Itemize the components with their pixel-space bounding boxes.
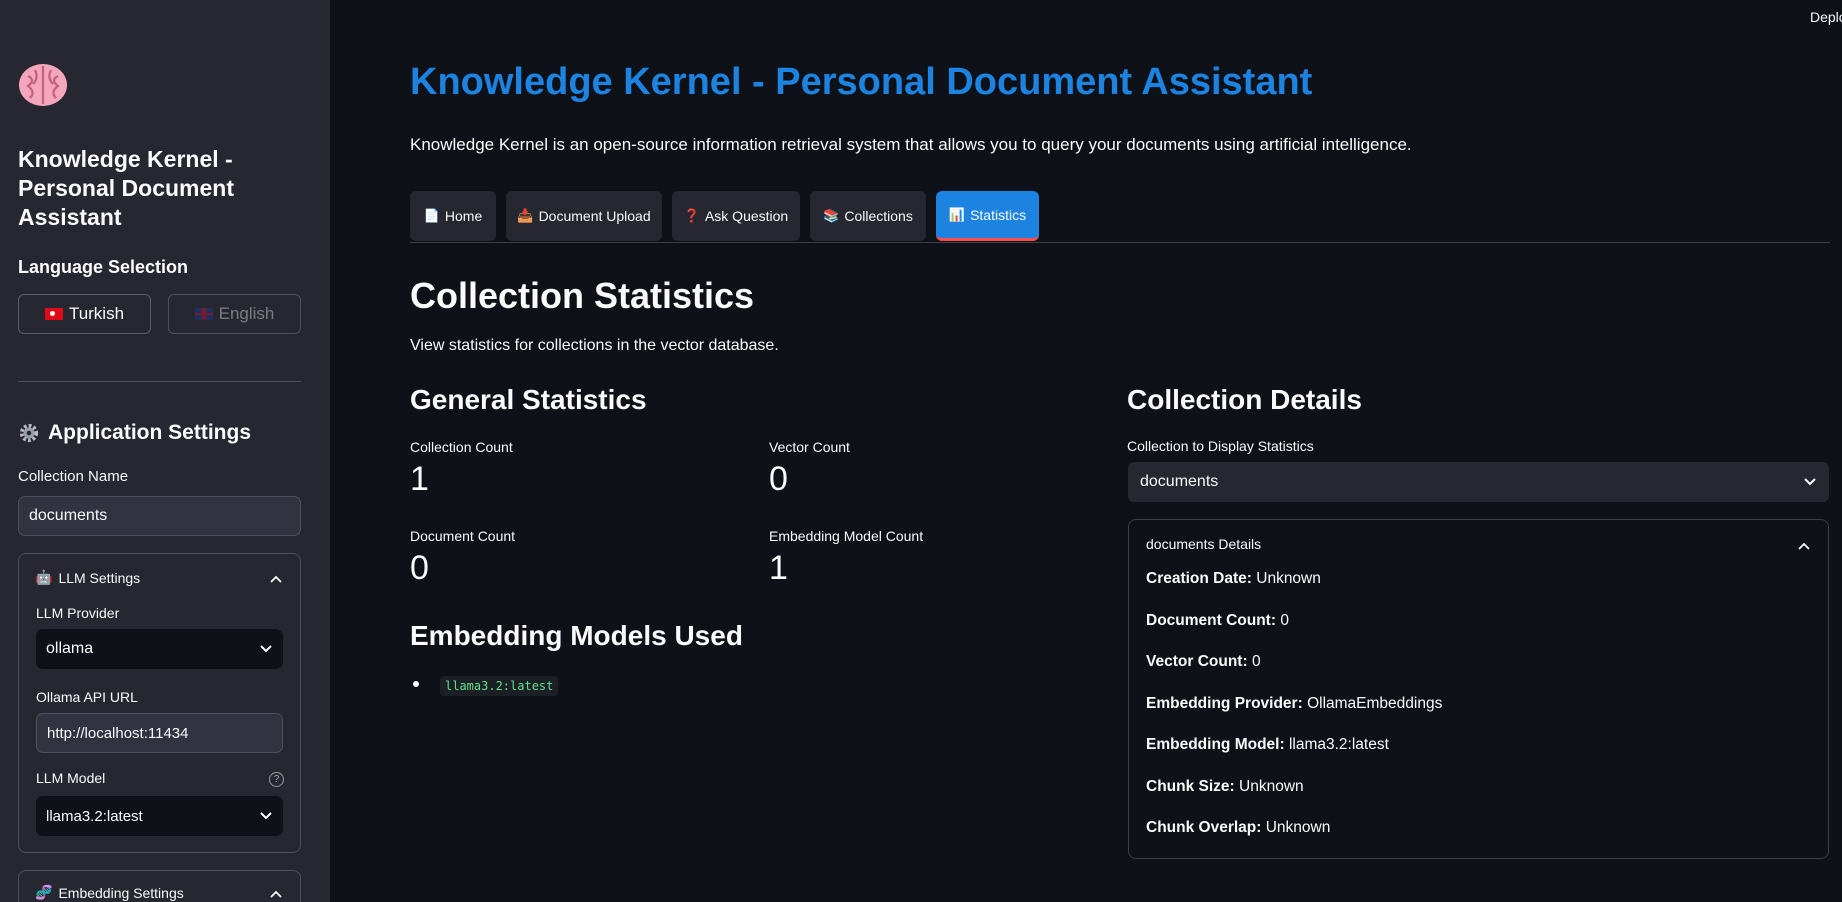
collection-name-input[interactable]: documents (18, 496, 301, 536)
detail-key: Embedding Provider: (1146, 695, 1303, 712)
help-icon[interactable]: ? (269, 772, 284, 787)
detail-key: Chunk Size: (1146, 778, 1235, 795)
collection-name-label: Collection Name (18, 468, 129, 485)
llm-settings-header[interactable]: 🤖 LLM Settings (35, 569, 140, 586)
embedding-settings-expander: 🧬 Embedding Settings (18, 870, 301, 902)
tab-home[interactable]: 📄 Home (410, 191, 496, 241)
llm-settings-title: LLM Settings (58, 569, 141, 586)
dna-icon: 🧬 (35, 884, 53, 900)
detail-key: Embedding Model: (1146, 736, 1285, 753)
embedding-settings-header[interactable]: 🧬 Embedding Settings (35, 884, 184, 901)
llm-model-select[interactable]: llama3.2:latest (36, 796, 283, 836)
chevron-down-icon (260, 645, 272, 653)
collection-select[interactable]: documents (1128, 462, 1829, 502)
detail-value: OllamaEmbeddings (1307, 695, 1443, 712)
deploy-button[interactable]: Deploy (1810, 9, 1842, 25)
metric-label: Document Count (410, 528, 516, 544)
inbox-tray-icon: 📥 (517, 208, 534, 223)
tab-ask-question-label: Ask Question (704, 208, 789, 224)
page-icon: 📄 (423, 208, 440, 223)
embedding-model-item: llama3.2:latest (440, 676, 559, 696)
uk-flag-icon (194, 308, 213, 320)
bar-chart-icon: 📊 (948, 206, 966, 222)
detail-row-embedding-provider: Embedding Provider: OllamaEmbeddings (1146, 695, 1442, 713)
detail-value: Unknown (1256, 570, 1321, 587)
metric-value: 1 (769, 549, 788, 587)
english-button[interactable]: English (168, 294, 301, 334)
tab-document-upload-label: Document Upload (538, 208, 651, 224)
general-statistics-heading: General Statistics (410, 384, 647, 415)
question-icon: ❓ (683, 208, 700, 223)
embedding-models-heading: Embedding Models Used (410, 620, 743, 651)
llm-model-label: LLM Model (36, 770, 106, 786)
detail-key: Chunk Overlap: (1146, 819, 1262, 836)
metric-label: Embedding Model Count (769, 528, 924, 544)
application-settings-label: Application Settings (48, 421, 252, 444)
metric-value: 0 (769, 460, 788, 498)
collection-statistics-subheading: View statistics for collections in the v… (410, 337, 779, 354)
english-button-label: English (218, 304, 275, 323)
turkish-button[interactable]: Turkish (18, 294, 151, 334)
detail-value: 0 (1280, 612, 1289, 629)
turkey-flag-icon (44, 308, 63, 320)
list-bullet (413, 681, 419, 687)
detail-key: Document Count: (1146, 612, 1277, 629)
metric-label: Vector Count (769, 439, 850, 455)
embedding-settings-title: Embedding Settings (58, 884, 184, 901)
sidebar: Knowledge Kernel - Personal Document Ass… (0, 0, 330, 902)
metric-label: Collection Count (410, 439, 513, 455)
turkish-button-label: Turkish (68, 304, 125, 323)
llm-provider-select[interactable]: ollama (36, 629, 283, 669)
chevron-down-icon (1804, 478, 1816, 486)
chevron-down-icon (260, 812, 272, 820)
metric-value: 0 (410, 549, 429, 587)
brain-icon (19, 64, 67, 106)
books-icon: 📚 (823, 208, 840, 223)
llm-model-value: llama3.2:latest (46, 807, 143, 825)
chevron-up-icon[interactable] (270, 575, 282, 583)
metric-value: 1 (410, 460, 429, 498)
tab-document-upload[interactable]: 📥 Document Upload (506, 191, 662, 241)
collection-select-value: documents (1140, 473, 1219, 490)
detail-value: Unknown (1265, 819, 1331, 836)
detail-row-chunk-overlap: Chunk Overlap: Unknown (1146, 819, 1330, 837)
intro-text: Knowledge Kernel is an open-source infor… (410, 135, 1412, 154)
tab-statistics-label: Statistics (970, 206, 1027, 223)
chevron-up-icon[interactable] (1798, 542, 1810, 550)
collection-details-title[interactable]: documents Details (1146, 536, 1261, 552)
application-settings-heading: Application Settings (18, 421, 251, 445)
ollama-api-url-label: Ollama API URL (36, 689, 138, 705)
page-title: Knowledge Kernel - Personal Document Ass… (410, 61, 1313, 103)
tab-statistics[interactable]: 📊 Statistics (936, 191, 1039, 241)
tab-home-label: Home (444, 208, 483, 224)
collection-statistics-heading: Collection Statistics (410, 275, 755, 316)
language-selection-label: Language Selection (18, 257, 189, 277)
detail-row-embedding-model: Embedding Model: llama3.2:latest (1146, 736, 1389, 754)
detail-row-vector-count: Vector Count: 0 (1146, 653, 1261, 671)
llm-provider-label: LLM Provider (36, 605, 120, 621)
collection-select-label: Collection to Display Statistics (1127, 438, 1314, 454)
llm-provider-value: ollama (46, 640, 94, 657)
ollama-api-url-input[interactable]: http://localhost:11434 (36, 713, 283, 753)
collection-details-heading: Collection Details (1127, 384, 1362, 415)
tab-ask-question[interactable]: ❓ Ask Question (672, 191, 800, 241)
detail-value: 0 (1251, 653, 1261, 670)
detail-key: Vector Count: (1146, 653, 1248, 670)
detail-row-document-count: Document Count: 0 (1146, 612, 1289, 630)
chevron-up-icon[interactable] (270, 890, 282, 898)
robot-icon: 🤖 (35, 569, 53, 585)
detail-value: Unknown (1239, 778, 1304, 795)
tab-bar: 📄 Home 📥 Document Upload ❓ Ask Question … (410, 191, 1830, 243)
tab-collections-label: Collections (844, 208, 913, 224)
sidebar-title: Knowledge Kernel - Personal Document Ass… (18, 146, 234, 230)
detail-value: llama3.2:latest (1288, 736, 1389, 753)
detail-key: Creation Date: (1146, 570, 1252, 587)
sidebar-divider (18, 381, 301, 382)
detail-row-chunk-size: Chunk Size: Unknown (1146, 778, 1304, 796)
collection-details-expander: documents Details Creation Date: Unknown… (1128, 519, 1829, 859)
tab-collections[interactable]: 📚 Collections (810, 191, 926, 241)
detail-row-creation-date: Creation Date: Unknown (1146, 570, 1321, 588)
gear-icon (19, 423, 39, 443)
llm-settings-expander: 🤖 LLM Settings LLM Provider ollama Ollam… (18, 553, 301, 853)
